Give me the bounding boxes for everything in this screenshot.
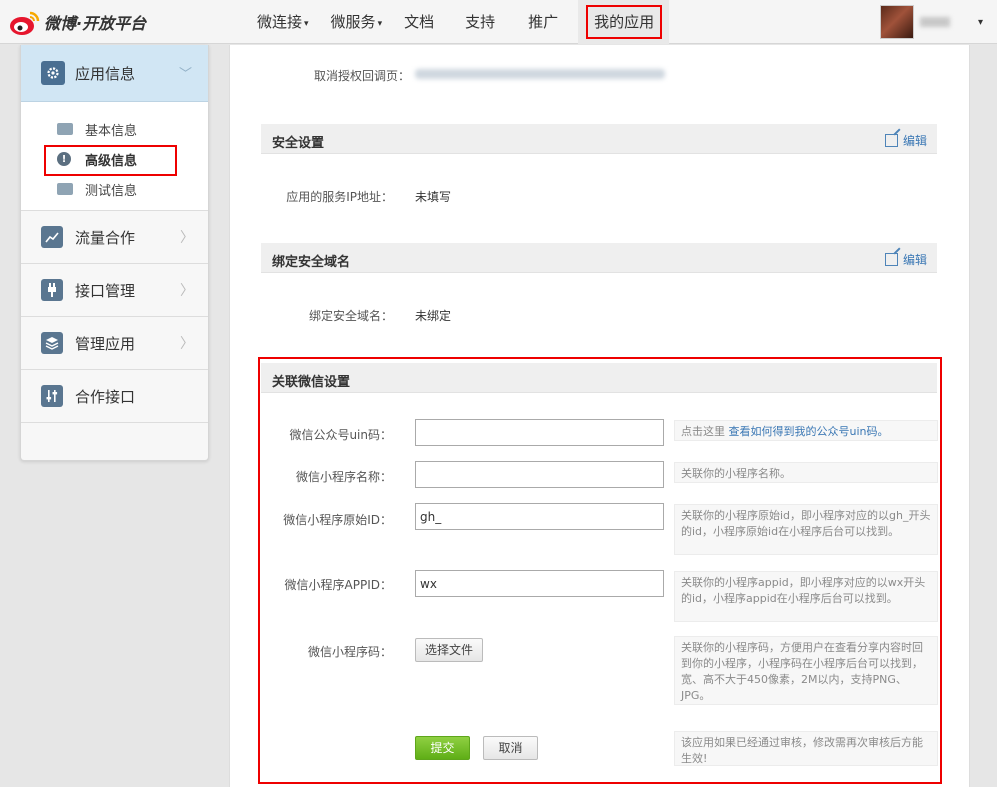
sidebar-item-label: 合作接口 <box>75 387 136 406</box>
chevron-down-icon[interactable]: ▾ <box>978 17 983 28</box>
uin-help-link[interactable]: 查看如何得到我的公众号uin码。 <box>729 425 889 438</box>
section-security: 安全设置 编辑 <box>261 124 937 154</box>
sidebar: 应用信息 ﹀ 基本信息 ! 高级信息 测试信息 流量合作 〉 接口管理 〉 管理… <box>20 45 209 461</box>
submit-hint: 该应用如果已经通过审核，修改需再次审核后方能生效! <box>674 731 938 766</box>
nav-weifuwu[interactable]: 微服务 ▾ <box>320 0 394 44</box>
nav-label: 推广 <box>528 13 559 31</box>
chevron-right-icon: 〉 <box>180 336 194 352</box>
chevron-down-icon: ▾ <box>377 19 383 29</box>
mini-id-input[interactable] <box>415 503 664 530</box>
layers-icon <box>41 332 63 354</box>
mini-id-label: 微信小程序原始ID： <box>283 513 392 527</box>
nav-label: 我的应用 <box>586 5 663 39</box>
mini-name-hint: 关联你的小程序名称。 <box>674 462 938 483</box>
line-chart-icon <box>41 226 63 248</box>
avatar[interactable] <box>880 5 914 39</box>
sidebar-item-label: 管理应用 <box>75 334 136 353</box>
section-title: 安全设置 <box>272 136 325 151</box>
user-menu[interactable]: ▾ <box>880 5 983 39</box>
main-nav: 微连接 ▾ 微服务 ▾ 文档 支持 推广 我的应用 <box>246 0 670 44</box>
section-wechat: 关联微信设置 <box>261 363 937 393</box>
top-navbar: 微博·开放平台 微连接 ▾ 微服务 ▾ 文档 支持 推广 我的应用 ▾ <box>0 0 997 44</box>
nav-support[interactable]: 支持 <box>445 0 515 44</box>
edit-label: 编辑 <box>902 134 927 148</box>
gear-icon <box>41 61 65 85</box>
main-panel: 取消授权回调页： 安全设置 编辑 应用的服务IP地址： 未填写 绑定安全域名 编… <box>229 45 970 787</box>
plug-icon <box>41 279 63 301</box>
sidebar-item-app-info[interactable]: 应用信息 ﹀ <box>21 45 208 102</box>
sidebar-item-manage-apps[interactable]: 管理应用 〉 <box>21 317 208 370</box>
edit-button[interactable]: 编辑 <box>884 132 927 149</box>
section-title: 绑定安全域名 <box>272 255 351 270</box>
username-blurred <box>920 17 950 27</box>
mini-id-hint: 关联你的小程序原始id，即小程序对应的以gh_开头的id，小程序原始id在小程序… <box>674 504 938 555</box>
cancel-auth-label: 取消授权回调页： <box>313 69 410 83</box>
nav-label: 文档 <box>404 13 435 31</box>
domain-value: 未绑定 <box>415 309 452 323</box>
sidebar-item-partner-api[interactable]: 合作接口 <box>21 370 208 423</box>
mini-appid-input[interactable] <box>415 570 664 597</box>
weibo-logo[interactable]: 微博·开放平台 <box>8 6 146 38</box>
user-card-icon <box>57 183 73 195</box>
sidebar-subitem-advanced-info[interactable]: ! 高级信息 <box>21 144 208 176</box>
submit-button[interactable]: 提交 <box>415 736 470 760</box>
mini-name-input[interactable] <box>415 461 664 488</box>
sidebar-subitem-test-info[interactable]: 测试信息 <box>21 174 208 204</box>
mini-code-label: 微信小程序码： <box>307 645 392 659</box>
cancel-button[interactable]: 取消 <box>483 736 538 760</box>
mini-appid-label: 微信小程序APPID： <box>284 578 392 592</box>
nav-weilianjie[interactable]: 微连接 ▾ <box>246 0 320 44</box>
sidebar-item-traffic[interactable]: 流量合作 〉 <box>21 211 208 264</box>
weibo-eye-icon <box>8 9 42 35</box>
cancel-auth-url-blurred <box>415 69 665 79</box>
sidebar-subitem-label: 基本信息 <box>85 123 138 139</box>
nav-label: 微服务 <box>330 13 376 31</box>
section-domain: 绑定安全域名 编辑 <box>261 243 937 273</box>
hint-text: 点击这里 <box>681 425 729 438</box>
uin-hint: 点击这里 查看如何得到我的公众号uin码。 <box>674 420 938 441</box>
domain-label: 绑定安全域名： <box>308 309 393 323</box>
highlight-box <box>44 145 177 176</box>
id-card-icon <box>57 123 73 135</box>
uin-label: 微信公众号uin码： <box>289 428 392 442</box>
sidebar-subitem-basic-info[interactable]: 基本信息 <box>21 114 208 144</box>
mini-appid-hint: 关联你的小程序appid，即小程序对应的以wx开头的id，小程序appid在小程… <box>674 571 938 622</box>
sidebar-item-label: 接口管理 <box>75 281 136 300</box>
edit-button[interactable]: 编辑 <box>884 251 927 268</box>
nav-docs[interactable]: 文档 <box>393 0 445 44</box>
nav-label: 微连接 <box>257 13 303 31</box>
chevron-down-icon: ▾ <box>304 19 309 29</box>
chevron-right-icon: 〉 <box>180 283 194 299</box>
sidebar-subitem-label: 测试信息 <box>85 183 138 199</box>
sidebar-item-api[interactable]: 接口管理 〉 <box>21 264 208 317</box>
sidebar-item-label: 应用信息 <box>75 64 136 83</box>
sidebar-item-label: 流量合作 <box>75 228 136 247</box>
mini-name-label: 微信小程序名称： <box>295 470 392 484</box>
logo-text: 微博·开放平台 <box>44 14 147 33</box>
section-title: 关联微信设置 <box>272 375 351 390</box>
chevron-right-icon: 〉 <box>180 230 194 246</box>
ip-value: 未填写 <box>415 190 452 204</box>
edit-icon <box>884 134 898 147</box>
choose-file-button[interactable]: 选择文件 <box>415 638 483 662</box>
chevron-down-icon: ﹀ <box>179 67 193 82</box>
uin-input[interactable] <box>415 419 664 446</box>
nav-label: 支持 <box>465 13 496 31</box>
ip-label: 应用的服务IP地址： <box>286 190 393 204</box>
nav-my-apps[interactable]: 我的应用 <box>578 0 670 44</box>
edit-label: 编辑 <box>902 253 927 267</box>
sliders-icon <box>41 385 63 407</box>
sidebar-submenu: 基本信息 ! 高级信息 测试信息 <box>21 102 208 211</box>
nav-promote[interactable]: 推广 <box>515 0 578 44</box>
mini-code-hint: 关联你的小程序码，方便用户在查看分享内容时回到你的小程序，小程序码在小程序后台可… <box>674 636 938 705</box>
edit-icon <box>884 253 898 266</box>
